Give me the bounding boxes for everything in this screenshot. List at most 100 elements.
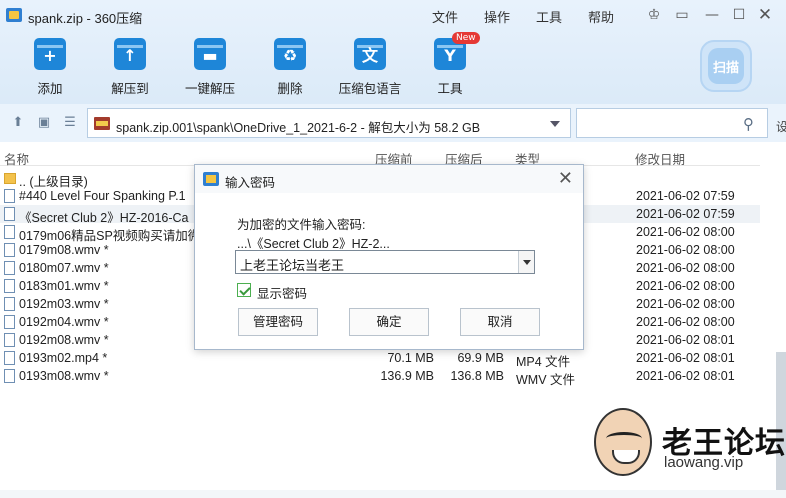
modified-date: 2021-06-02 08:00 bbox=[636, 279, 735, 293]
file-icon bbox=[4, 369, 15, 383]
scan-button[interactable]: 扫描 bbox=[700, 40, 752, 96]
minimize-icon[interactable]: — bbox=[703, 6, 721, 24]
archive-language-label: 压缩包语言 bbox=[338, 82, 402, 96]
column-header: 名称 压缩前 压缩后 类型 修改日期 bbox=[0, 146, 760, 168]
extract-to-button[interactable]: ↑ 解压到 bbox=[95, 38, 165, 97]
modified-date: 2021-06-02 07:59 bbox=[636, 207, 735, 221]
extract-to-label: 解压到 bbox=[111, 82, 149, 96]
tools-button[interactable]: Y 工具 bbox=[415, 38, 485, 97]
file-name: 0183m01.wmv * bbox=[19, 279, 109, 293]
file-icon bbox=[4, 243, 15, 257]
size-after: 69.9 MB bbox=[457, 351, 504, 365]
delete-label: 删除 bbox=[277, 82, 303, 96]
modified-date: 2021-06-02 08:01 bbox=[636, 369, 735, 383]
show-password-label[interactable]: 显示密码 bbox=[257, 283, 307, 302]
search-icon[interactable]: ⚲ bbox=[743, 115, 761, 133]
password-dialog: 输入密码 ✕ 为加密的文件输入密码: ...\《Secret Club 2》HZ… bbox=[194, 164, 584, 350]
close-icon[interactable]: ✕ bbox=[756, 6, 774, 24]
skin-icon[interactable]: ♔ bbox=[645, 6, 663, 24]
size-before: 136.9 MB bbox=[380, 369, 434, 383]
col-name[interactable]: 名称 bbox=[4, 149, 29, 168]
add-icon: + bbox=[34, 38, 66, 70]
dialog-title-bar: 输入密码 ✕ bbox=[195, 165, 583, 193]
menu-file[interactable]: 文件 bbox=[432, 7, 458, 26]
add-button[interactable]: + 添加 bbox=[15, 38, 85, 97]
chevron-down-icon[interactable] bbox=[518, 251, 534, 273]
ok-button[interactable]: 确定 bbox=[349, 308, 429, 336]
modified-date: 2021-06-02 08:00 bbox=[636, 297, 735, 311]
modified-date: 2021-06-02 08:00 bbox=[636, 315, 735, 329]
table-row[interactable]: 0193m08.wmv * 136.9 MB 136.8 MB WMV 文件 2021-… bbox=[0, 367, 760, 387]
modified-date: 2021-06-02 08:00 bbox=[636, 261, 735, 275]
modified-date: 2021-06-02 08:01 bbox=[636, 333, 735, 347]
settings-text: 设 bbox=[776, 120, 786, 134]
one-click-extract-icon: ▬ bbox=[194, 38, 226, 70]
status-bar bbox=[0, 490, 786, 498]
menu-tools[interactable]: 工具 bbox=[536, 7, 562, 26]
add-label: 添加 bbox=[37, 82, 63, 96]
file-name: 0192m03.wmv * bbox=[19, 297, 109, 311]
file-name: 0193m02.mp4 * bbox=[19, 351, 108, 365]
menu-operation[interactable]: 操作 bbox=[484, 7, 510, 26]
toolbar-area: spank.zip - 360压缩 文件 操作 工具 帮助 ♔ ▭ — ☐ ✕ … bbox=[0, 0, 786, 104]
list-view-icon[interactable]: ☰ bbox=[63, 116, 77, 130]
file-icon bbox=[4, 189, 15, 203]
recycle-bin-icon: ♻ bbox=[274, 38, 306, 70]
extract-icon: ↑ bbox=[114, 38, 146, 70]
cancel-button[interactable]: 取消 bbox=[460, 308, 540, 336]
password-value: 上老王论坛当老王 bbox=[240, 258, 345, 273]
col-modified[interactable]: 修改日期 bbox=[635, 149, 685, 168]
folder-icon bbox=[4, 173, 16, 184]
file-icon bbox=[4, 297, 15, 311]
scan-label: 扫描 bbox=[712, 60, 739, 75]
search-input[interactable]: ⚲ bbox=[576, 108, 768, 138]
modified-date: 2021-06-02 07:59 bbox=[636, 189, 735, 203]
watermark-url: laowang.vip bbox=[664, 454, 744, 471]
manage-password-button[interactable]: 管理密码 bbox=[238, 308, 318, 336]
app-icon bbox=[203, 172, 219, 186]
feedback-icon[interactable]: ▭ bbox=[673, 6, 691, 24]
tools-label: 工具 bbox=[437, 82, 463, 96]
password-input[interactable]: 上老王论坛当老王 bbox=[235, 250, 535, 274]
size-after: 136.8 MB bbox=[450, 369, 504, 383]
menu-help[interactable]: 帮助 bbox=[588, 7, 614, 26]
size-before: 70.1 MB bbox=[387, 351, 434, 365]
file-type: WMV 文件 bbox=[516, 373, 576, 387]
thumbnail-view-icon[interactable]: ▣ bbox=[37, 116, 51, 130]
modified-date: 2021-06-02 08:01 bbox=[636, 351, 735, 365]
close-icon[interactable]: ✕ bbox=[558, 168, 573, 189]
file-name: #440 Level Four Spanking P.1 bbox=[19, 189, 186, 203]
delete-button[interactable]: ♻ 删除 bbox=[255, 38, 325, 97]
table-row[interactable]: 0193m02.mp4 * 70.1 MB 69.9 MB MP4 文件 2021-06… bbox=[0, 349, 760, 369]
chevron-down-icon[interactable] bbox=[550, 121, 560, 127]
app-icon bbox=[6, 8, 22, 22]
language-icon: 文 bbox=[354, 38, 386, 70]
modified-date: 2021-06-02 08:00 bbox=[636, 225, 735, 239]
file-name: 0193m08.wmv * bbox=[19, 369, 109, 383]
file-icon bbox=[4, 333, 15, 347]
dialog-title: 输入密码 bbox=[225, 176, 276, 190]
archive-language-button[interactable]: 文 压缩包语言 bbox=[335, 38, 405, 97]
file-icon bbox=[4, 351, 15, 365]
window-title: spank.zip - 360压缩 bbox=[28, 11, 143, 26]
mascot-logo-icon bbox=[594, 408, 652, 476]
show-password-checkbox[interactable] bbox=[237, 283, 251, 297]
address-row: ⬆ ▣ ☰ spank.zip.001\spank\OneDrive_1_202… bbox=[0, 104, 786, 142]
address-bar[interactable]: spank.zip.001\spank\OneDrive_1_2021-6-2 … bbox=[87, 108, 571, 138]
file-icon bbox=[4, 315, 15, 329]
file-icon bbox=[4, 279, 15, 293]
archive-icon bbox=[94, 117, 110, 130]
maximize-icon[interactable]: ☐ bbox=[730, 6, 748, 24]
one-click-extract-button[interactable]: ▬ 一键解压 bbox=[175, 38, 245, 97]
one-click-extract-label: 一键解压 bbox=[184, 82, 235, 96]
modified-date: 2021-06-02 08:00 bbox=[636, 243, 735, 257]
address-path: spank.zip.001\spank\OneDrive_1_2021-6-2 … bbox=[116, 121, 481, 135]
file-name: 0180m07.wmv * bbox=[19, 261, 109, 275]
file-name: 0192m08.wmv * bbox=[19, 333, 109, 347]
file-icon bbox=[4, 207, 15, 221]
file-name: 0179m08.wmv * bbox=[19, 243, 109, 257]
file-name: 0192m04.wmv * bbox=[19, 315, 109, 329]
file-icon bbox=[4, 225, 15, 239]
up-arrow-icon[interactable]: ⬆ bbox=[11, 116, 25, 130]
file-icon bbox=[4, 261, 15, 275]
